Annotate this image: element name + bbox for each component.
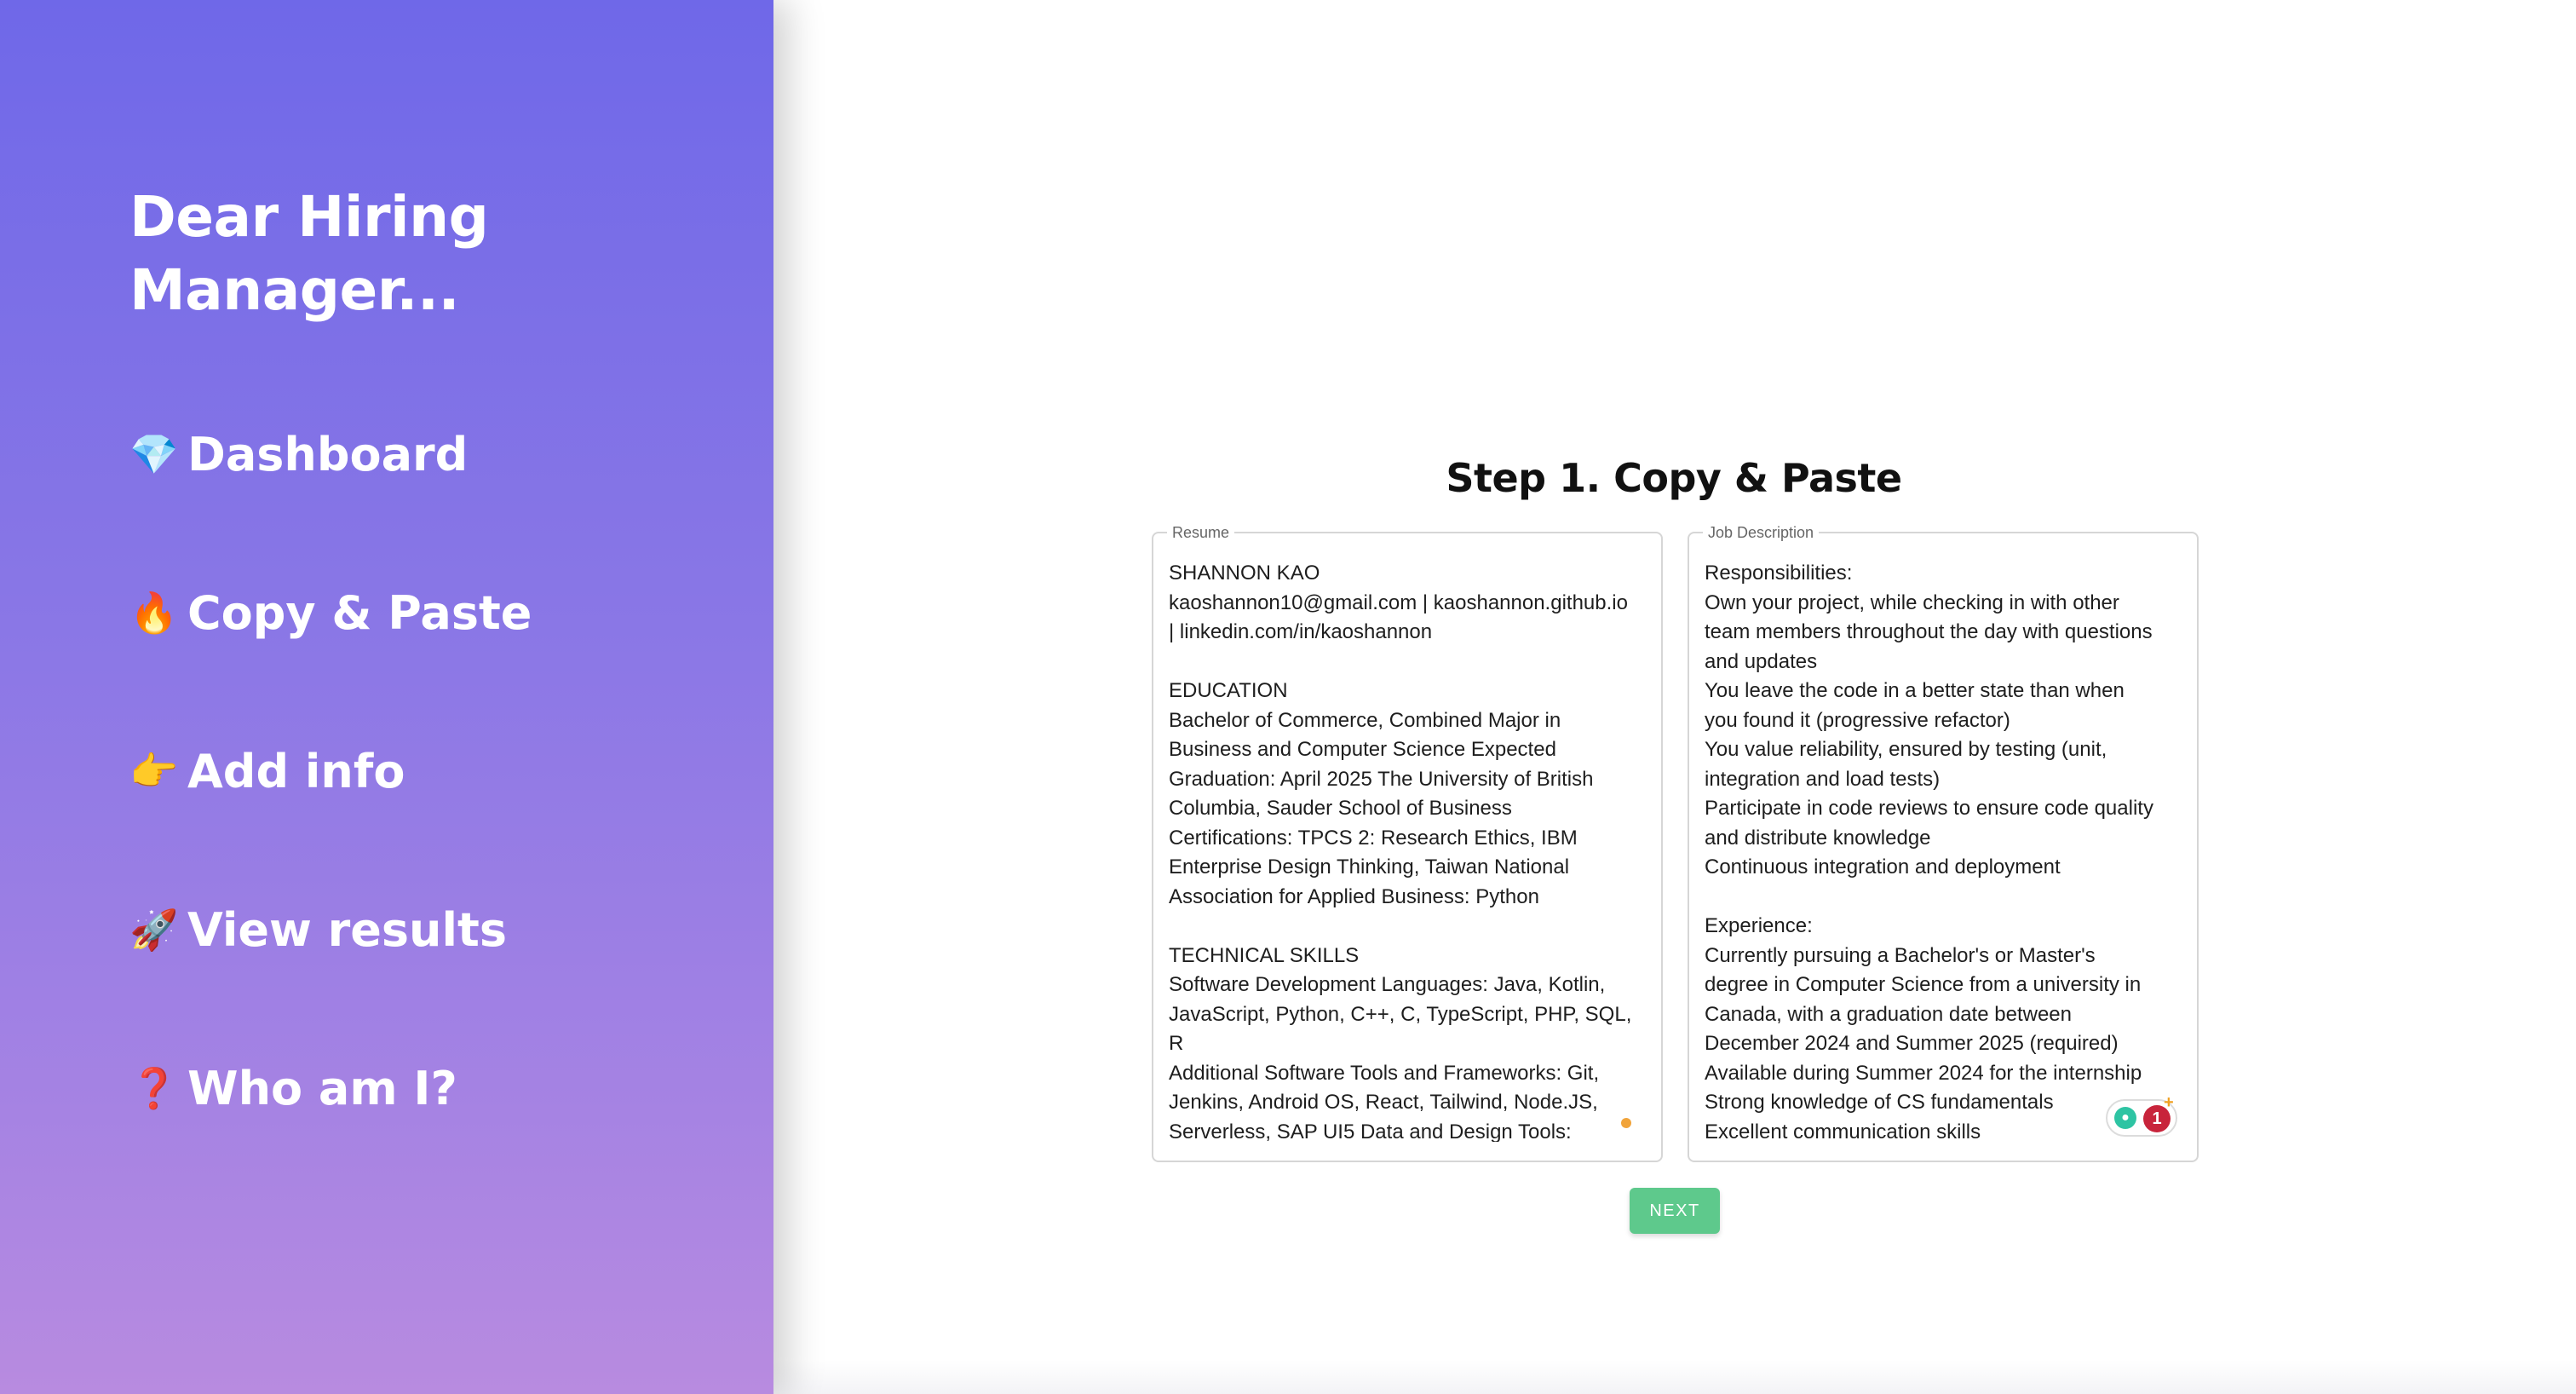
fire-icon: 🔥	[129, 589, 179, 636]
next-button[interactable]: NEXT	[1630, 1188, 1720, 1234]
resume-label: Resume	[1167, 523, 1235, 542]
sidebar-item-label: Copy & Paste	[187, 585, 532, 640]
job-description-label: Job Description	[1703, 523, 1820, 542]
question-icon: ❓	[129, 1064, 179, 1111]
sidebar-nav: 💎 Dashboard 🔥 Copy & Paste 👉 Add info 🚀 …	[129, 418, 532, 1210]
gem-icon: 💎	[129, 430, 179, 477]
job-description-textarea[interactable]: Responsibilities: Own your project, whil…	[1705, 559, 2182, 1142]
app-title: Dear Hiring Manager...	[129, 181, 572, 327]
resume-field[interactable]: Resume SHANNON KAO kaoshannon10@gmail.co…	[1152, 523, 1663, 1162]
lightbulb-icon: ●	[2114, 1107, 2136, 1129]
sidebar-item-who-am-i[interactable]: ❓ Who am I?	[129, 1051, 532, 1125]
sidebar-item-label: View results	[187, 902, 507, 957]
page-title: Step 1. Copy & Paste	[1446, 455, 1902, 501]
bottom-shadow	[773, 1360, 2576, 1394]
status-dot-icon	[1621, 1118, 1631, 1128]
sidebar-item-copy-paste[interactable]: 🔥 Copy & Paste	[129, 576, 532, 649]
sidebar-item-view-results[interactable]: 🚀 View results	[129, 893, 532, 966]
sidebar-item-add-info[interactable]: 👉 Add info	[129, 734, 532, 808]
sidebar-item-dashboard[interactable]: 💎 Dashboard	[129, 418, 532, 491]
sidebar-item-label: Who am I?	[187, 1061, 457, 1115]
pointing-hand-icon: 👉	[129, 747, 179, 794]
sidebar-item-label: Dashboard	[187, 427, 469, 481]
resume-textarea[interactable]: SHANNON KAO kaoshannon10@gmail.com | kao…	[1169, 559, 1646, 1142]
grammar-assistant-widget[interactable]: ● 1 +	[2106, 1093, 2177, 1137]
sidebar: Dear Hiring Manager... 💎 Dashboard 🔥 Cop…	[0, 0, 773, 1394]
app-title-line1: Dear Hiring	[129, 184, 489, 250]
app-title-line2: Manager...	[129, 257, 460, 323]
sidebar-item-label: Add info	[187, 744, 405, 798]
plus-icon: +	[2164, 1093, 2174, 1112]
rocket-icon: 🚀	[129, 906, 179, 953]
job-description-field[interactable]: Job Description Responsibilities: Own yo…	[1688, 523, 2199, 1162]
